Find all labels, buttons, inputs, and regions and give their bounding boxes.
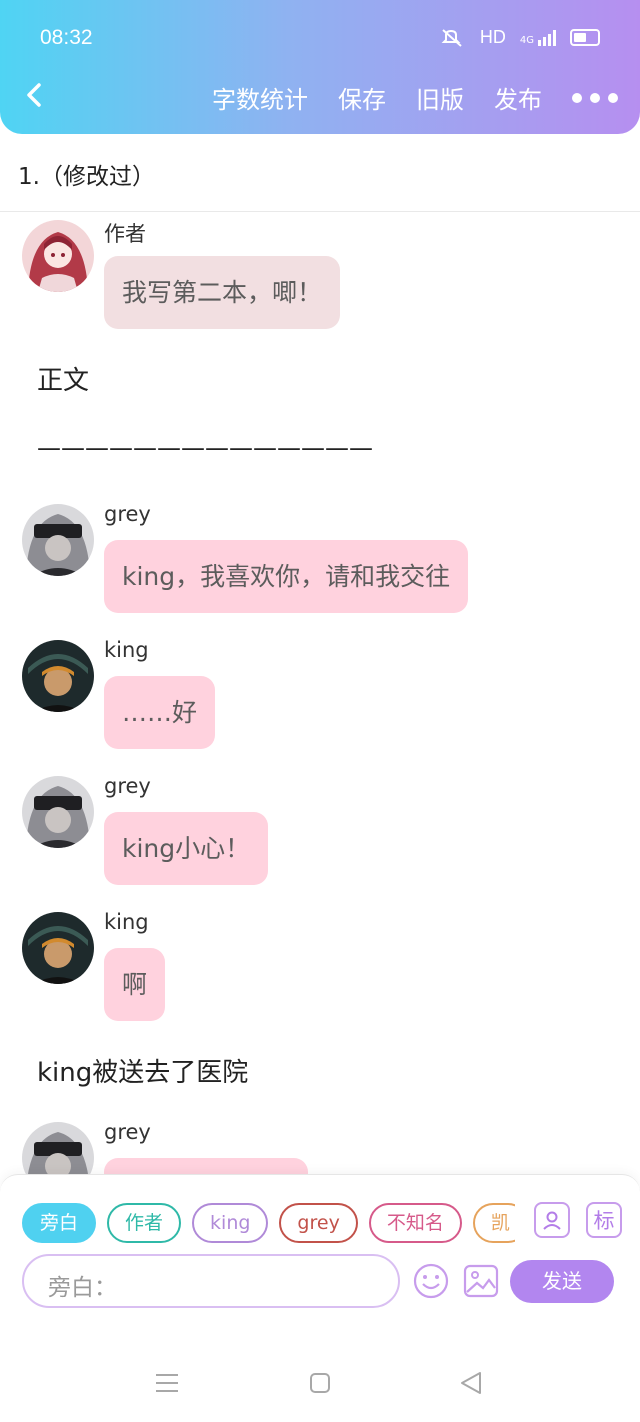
avatar[interactable] <box>22 912 94 984</box>
message-input[interactable]: 旁白： <box>22 1254 400 1308</box>
status-time: 08:32 <box>40 26 93 49</box>
avatar[interactable] <box>22 220 94 292</box>
system-navigation-bar <box>0 1309 640 1422</box>
sender-name: king <box>104 638 149 662</box>
role-chip-list: 旁白 作者 king grey 不知名凯 <box>22 1203 515 1245</box>
hd-label: HD <box>479 27 506 47</box>
role-manage-button[interactable] <box>534 1202 570 1238</box>
role-chip-unknown[interactable]: 不知名 <box>368 1203 462 1243</box>
role-chip-grey[interactable]: grey <box>279 1203 358 1243</box>
sender-name: grey <box>104 1120 151 1144</box>
role-chip-author[interactable]: 作者 <box>107 1203 182 1243</box>
narration-separator[interactable]: —————————————— <box>37 434 373 462</box>
status-icons: HD 4G <box>440 27 600 48</box>
message-bubble[interactable]: ……好 <box>104 676 216 749</box>
avatar[interactable] <box>22 640 94 712</box>
header-actions: 字数统计 保存 旧版 发布 <box>212 80 618 115</box>
sender-name: king <box>104 910 149 934</box>
image-icon[interactable] <box>462 1262 500 1300</box>
role-chip-kai[interactable]: 凯 <box>472 1203 515 1243</box>
message-bubble[interactable]: 我写第二本，唧！ <box>104 256 341 329</box>
mute-icon <box>441 28 462 47</box>
smile-icon[interactable] <box>412 1262 450 1300</box>
back-arrow-icon[interactable] <box>20 80 50 110</box>
back-icon[interactable] <box>459 1371 483 1395</box>
top-app-bar: 08:32 HD 4G 字数统计 保存 旧版 发布 <box>0 0 640 134</box>
battery-icon <box>570 29 600 46</box>
save-button[interactable]: 保存 <box>338 80 386 115</box>
avatar[interactable] <box>22 776 94 848</box>
role-chip-narration[interactable]: 旁白 <box>22 1203 97 1243</box>
send-button[interactable]: 发送 <box>510 1260 614 1303</box>
old-version-button[interactable]: 旧版 <box>416 80 464 115</box>
sender-name: 作者 <box>104 222 146 246</box>
avatar[interactable] <box>22 504 94 576</box>
sender-name: grey <box>104 502 151 526</box>
publish-button[interactable]: 发布 <box>494 80 542 115</box>
home-icon[interactable] <box>309 1372 331 1394</box>
more-icon[interactable] <box>572 92 618 103</box>
mark-button[interactable]: 标 <box>586 1202 622 1238</box>
narration-text[interactable]: king被送去了医院 <box>37 1052 248 1089</box>
input-placeholder: 旁白： <box>48 1275 117 1301</box>
message-bubble[interactable]: 啊 <box>104 948 166 1021</box>
word-count-button[interactable]: 字数统计 <box>212 80 308 115</box>
sender-name: grey <box>104 774 151 798</box>
menu-icon[interactable] <box>155 1372 179 1394</box>
title-divider <box>0 211 640 212</box>
narration-text[interactable]: 正文 <box>37 360 89 397</box>
role-chip-king[interactable]: king <box>192 1203 269 1243</box>
chapter-title[interactable]: 1.（修改过） <box>18 157 155 191</box>
message-bubble[interactable]: king，我喜欢你，请和我交往 <box>104 540 469 613</box>
person-icon <box>543 1211 561 1230</box>
message-bubble[interactable]: king小心！ <box>104 812 269 885</box>
signal-icon: 4G <box>520 29 556 46</box>
